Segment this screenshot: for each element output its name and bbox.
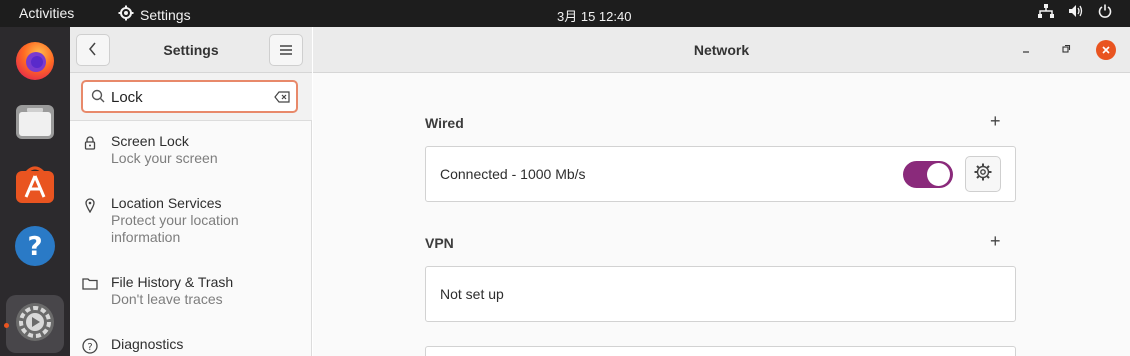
toggle-knob	[927, 163, 950, 186]
software-store-icon	[13, 162, 57, 211]
minimize-icon	[1021, 43, 1031, 57]
top-bar: Activities Settings 3月 15 12:40	[0, 0, 1130, 27]
settings-icon	[13, 300, 57, 349]
maximize-icon	[1061, 43, 1071, 57]
minimize-button[interactable]	[1016, 40, 1036, 60]
result-subtitle: Don't leave traces	[111, 291, 223, 307]
wired-connection-status: Connected - 1000 Mb/s	[440, 166, 586, 182]
menu-button[interactable]	[269, 34, 303, 66]
add-wired-button[interactable]: +	[990, 111, 1001, 132]
dock-item-software[interactable]	[6, 157, 64, 215]
settings-gear-icon	[118, 5, 134, 24]
network-panel: Network Wired + Connected - 1000 Mb/s VP…	[313, 27, 1130, 356]
add-vpn-button[interactable]: +	[990, 231, 1001, 252]
search-area	[70, 73, 312, 121]
dock: ?	[0, 27, 70, 356]
maximize-button[interactable]	[1056, 40, 1076, 60]
wired-toggle-switch[interactable]	[903, 161, 953, 188]
result-title: Screen Lock	[111, 133, 189, 149]
app-menu-label: Settings	[140, 6, 191, 23]
network-wired-icon	[1038, 4, 1054, 21]
clock[interactable]: 3月 15 12:40	[557, 6, 631, 25]
help-icon: ?	[13, 224, 57, 273]
search-box	[81, 80, 298, 113]
vpn-card: Not set up	[425, 266, 1016, 322]
search-result-location-services[interactable]: Location Services Protect your location …	[70, 191, 312, 259]
result-title: File History & Trash	[111, 274, 234, 290]
search-result-screen-lock[interactable]: Screen Lock Lock your screen	[70, 129, 312, 179]
result-subtitle: Protect your location information	[111, 212, 239, 245]
system-tray[interactable]	[1038, 4, 1112, 21]
proxy-card-partial[interactable]	[425, 346, 1016, 356]
main-header: Network	[313, 27, 1130, 73]
search-result-file-history-trash[interactable]: File History & Trash Don't leave traces	[70, 270, 312, 320]
close-button[interactable]	[1096, 40, 1116, 60]
result-subtitle: Lock your screen	[111, 150, 218, 166]
gear-icon	[974, 163, 992, 186]
wired-section-title: Wired	[425, 115, 464, 131]
power-icon	[1098, 4, 1112, 21]
dock-item-help[interactable]: ?	[6, 219, 64, 277]
folder-icon	[82, 276, 98, 292]
dock-item-settings[interactable]	[6, 295, 64, 353]
wired-settings-button[interactable]	[965, 156, 1001, 192]
svg-text:?: ?	[87, 342, 92, 353]
wired-connection-card: Connected - 1000 Mb/s	[425, 146, 1016, 202]
volume-icon	[1068, 4, 1084, 21]
search-input[interactable]	[111, 87, 271, 107]
location-pin-icon	[82, 197, 98, 214]
settings-sidebar: Settings Screen Lock Lock your screen	[70, 27, 312, 356]
sidebar-header: Settings	[70, 27, 312, 73]
hamburger-menu-icon	[280, 42, 292, 58]
vpn-section-title: VPN	[425, 235, 454, 251]
search-icon	[91, 89, 105, 108]
dock-item-firefox[interactable]	[6, 33, 64, 91]
running-indicator	[4, 323, 9, 328]
dock-item-files[interactable]	[6, 95, 64, 153]
help-circle-icon: ?	[82, 338, 98, 354]
lock-icon	[82, 135, 98, 151]
app-menu[interactable]: Settings	[118, 5, 191, 24]
files-icon	[13, 100, 57, 149]
clear-search-icon[interactable]	[274, 90, 290, 108]
result-title: Diagnostics	[111, 336, 184, 352]
search-result-diagnostics[interactable]: ? Diagnostics	[70, 332, 312, 356]
result-title: Location Services	[111, 195, 222, 211]
activities-button[interactable]: Activities	[19, 5, 74, 21]
firefox-icon	[13, 38, 57, 87]
page-title: Network	[693, 42, 750, 58]
svg-text:?: ?	[27, 232, 42, 262]
close-icon	[1101, 43, 1111, 58]
vpn-status: Not set up	[440, 286, 504, 302]
